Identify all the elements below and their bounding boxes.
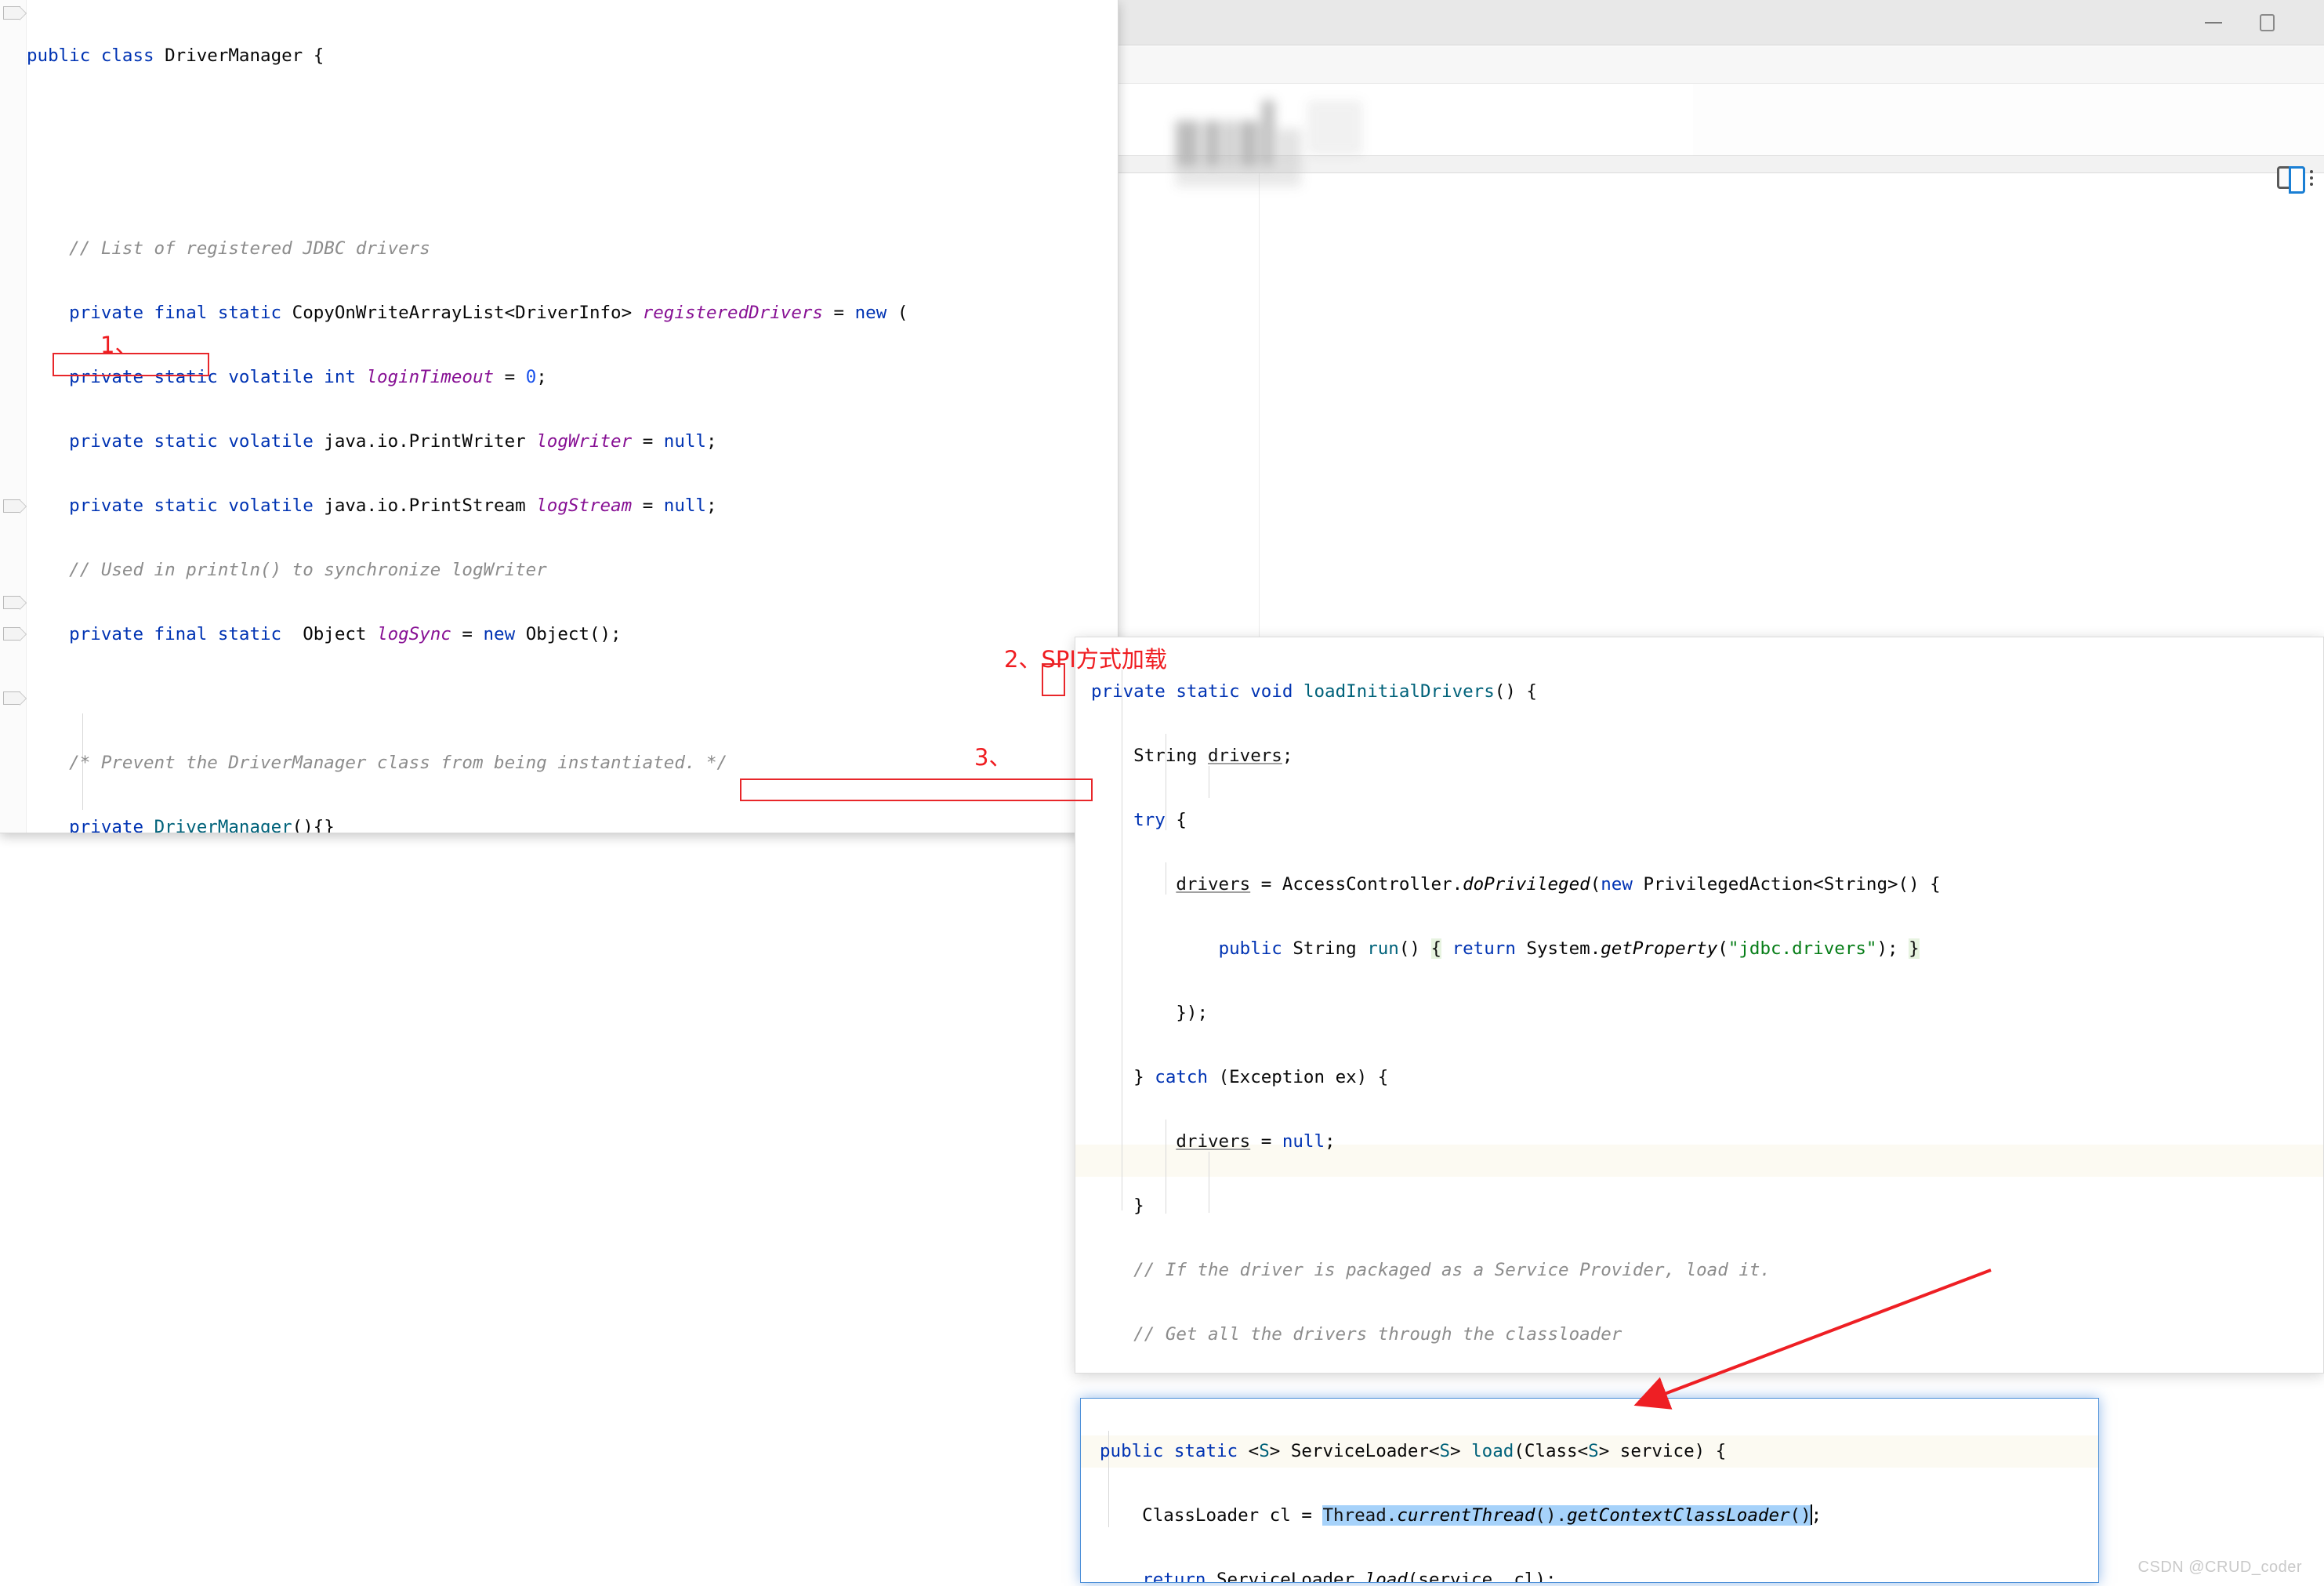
minimize-icon [2205,22,2222,24]
panel1-code: public class DriverManager { // List of … [27,8,908,833]
split-editor-icon [2277,166,2305,189]
code-line: private DriverManager(){} [27,811,908,833]
code-line [27,683,908,715]
code-line: private static volatile java.io.PrintWri… [27,426,908,458]
code-panel-drivermanager[interactable]: public class DriverManager { // List of … [0,0,1118,833]
code-line: private final static CopyOnWriteArrayLis… [27,297,908,329]
minimize-button[interactable] [2189,0,2238,45]
code-line: // Get all the drivers through the class… [1091,1319,1972,1351]
blurred-tab-label [1176,100,1442,166]
code-line: }); [1091,997,1972,1029]
code-line: try { [1091,804,1972,837]
code-line: // If the driver is packaged as a Servic… [1091,1254,1972,1287]
panel1-gutter[interactable] [0,0,27,833]
code-line: private static volatile int loginTimeout… [27,361,908,394]
code-line: String drivers; [1091,740,1972,772]
annotation-step2-label: 2、SPI方式加载 [1004,641,1167,674]
screenshot-root: public class DriverManager { // List of … [0,0,2324,1586]
code-line: private static void loadInitialDrivers()… [1091,676,1972,708]
code-line: } [1091,1190,1972,1222]
code-panel-loadinitialdrivers[interactable]: private static void loadInitialDrivers()… [1075,637,2324,1374]
more-options-icon[interactable] [2310,170,2313,186]
split-editor-button[interactable] [2277,166,2313,189]
code-line: public String run() { return System.getP… [1091,933,1972,965]
panel2-code: private static void loadInitialDrivers()… [1091,644,1972,1374]
annotation-step1-label: 1、 [100,327,137,360]
code-line: drivers = AccessController.doPrivileged(… [1091,869,1972,901]
window-titlebar [1058,0,2324,45]
code-line: public static <S> ServiceLoader<S> load(… [1100,1435,1822,1468]
annotation-step3-label: 3、 [974,739,1011,772]
code-line: } catch (Exception ex) { [1091,1062,1972,1094]
code-line [27,104,908,136]
fold-marker[interactable] [3,596,20,609]
maximize-icon [2260,14,2275,31]
code-line: private final static Object logSync = ne… [27,619,908,651]
fold-marker[interactable] [3,499,20,513]
code-panel-serviceloader-load[interactable]: public static <S> ServiceLoader<S> load(… [1080,1398,2099,1583]
code-line [27,169,908,201]
fold-marker[interactable] [3,627,20,641]
code-line: /* Prevent the DriverManager class from … [27,747,908,779]
code-line: // List of registered JDBC drivers [27,233,908,265]
code-line: drivers = null; [1091,1126,1972,1158]
ide-toolbar [1058,46,2324,84]
code-line: private static volatile java.io.PrintStr… [27,490,908,522]
watermark: CSDN @CRUD_coder [2138,1559,2302,1577]
fold-marker[interactable] [3,691,20,705]
code-line: // Used in println() to synchronize logW… [27,554,908,586]
fold-marker[interactable] [3,6,20,20]
code-line: return ServiceLoader.load(service, cl); [1100,1564,1822,1583]
maximize-button[interactable] [2242,0,2291,45]
panel3-code: public static <S> ServiceLoader<S> load(… [1100,1403,1822,1583]
code-line: public class DriverManager { [27,40,908,72]
code-line: ClassLoader cl = Thread.currentThread().… [1100,1500,1822,1532]
